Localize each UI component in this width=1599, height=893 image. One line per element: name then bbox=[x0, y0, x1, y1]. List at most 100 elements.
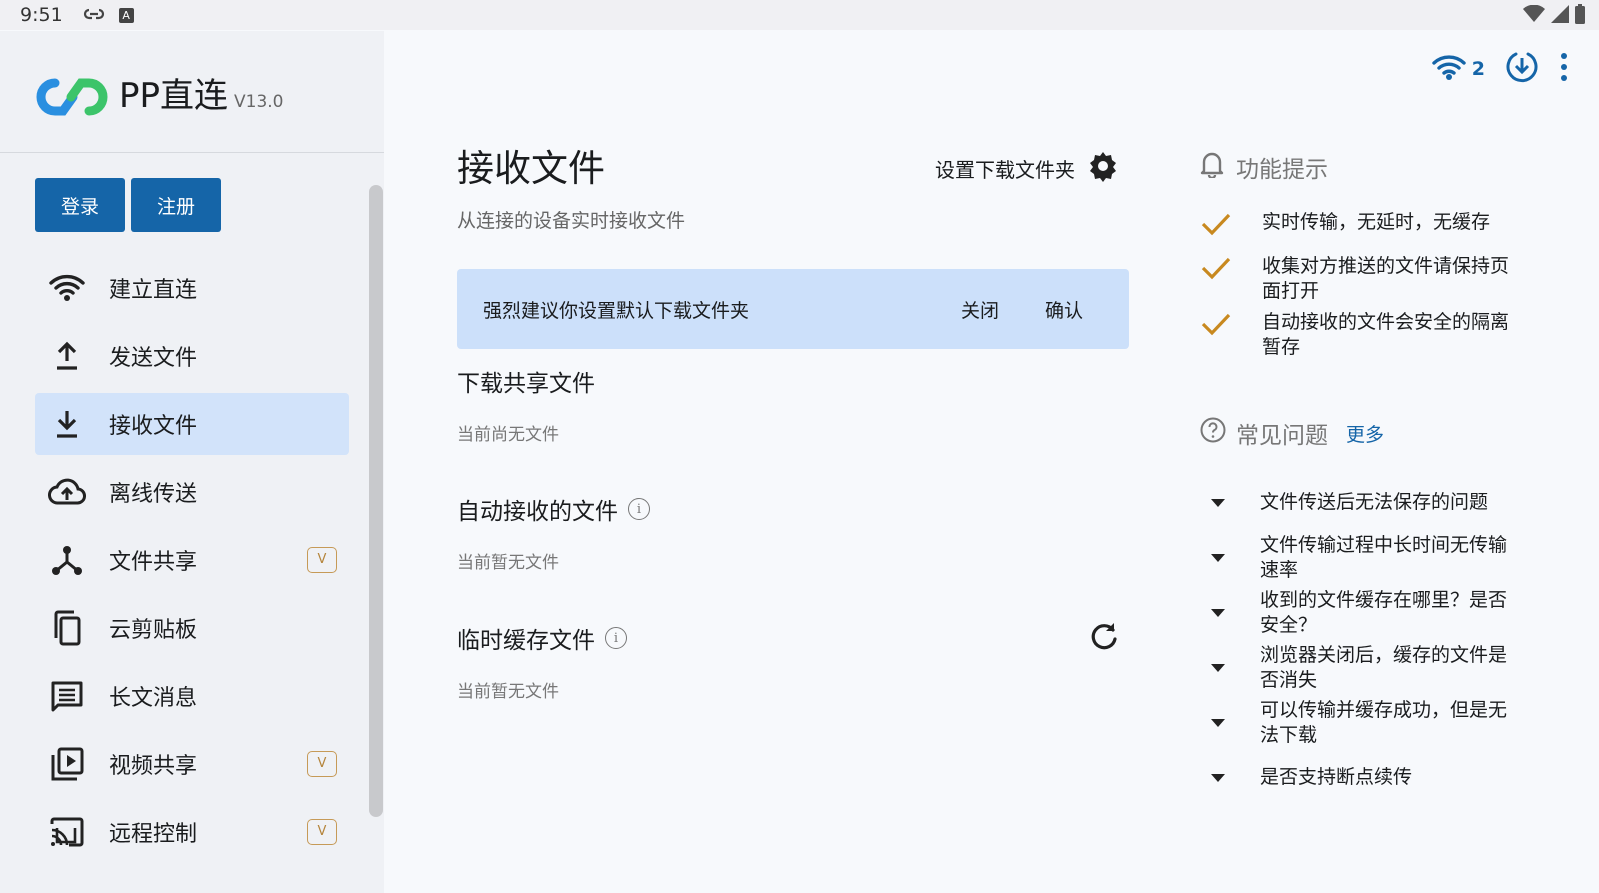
info-icon[interactable]: i bbox=[605, 627, 627, 649]
vip-badge: V bbox=[307, 751, 337, 777]
cloud-upload-icon bbox=[47, 472, 87, 512]
status-time: 9:51 bbox=[20, 4, 63, 26]
section-title: 自动接收的文件 bbox=[457, 499, 618, 525]
sidebar-item-label: 接收文件 bbox=[109, 414, 198, 439]
sidebar-nav: 建立直连 发送文件 接收文件 离线传送 文件共享 V 云剪贴板 长文消息 视频共… bbox=[35, 257, 349, 869]
gear-icon bbox=[1087, 150, 1119, 187]
banner-close-button[interactable]: 关闭 bbox=[961, 296, 999, 323]
tip-text: 收集对方推送的文件请保持页面打开 bbox=[1262, 255, 1510, 302]
refresh-icon[interactable] bbox=[1089, 621, 1119, 655]
copy-icon bbox=[47, 608, 87, 648]
faq-item[interactable]: 可以传输并缓存成功，但是无法下载 bbox=[1200, 695, 1530, 750]
faq-header: 常见问题 更多 bbox=[1200, 416, 1384, 450]
main-content: 接收文件 从连接的设备实时接收文件 设置下载文件夹 强烈建议你设置默认下载文件夹… bbox=[457, 138, 1129, 702]
tip-text: 自动接收的文件会安全的隔离暂存 bbox=[1262, 311, 1510, 358]
faq-question: 浏览器关闭后，缓存的文件是否消失 bbox=[1260, 643, 1508, 691]
app-name: PP直连 bbox=[119, 76, 229, 116]
link-icon bbox=[83, 6, 105, 24]
brand: PP直连 V13.0 bbox=[35, 67, 284, 117]
sidebar-item-connect[interactable]: 建立直连 bbox=[35, 257, 349, 319]
banner-message: 强烈建议你设置默认下载文件夹 bbox=[483, 299, 750, 322]
a-indicator-icon: A bbox=[118, 7, 134, 23]
section-empty-text: 当前暂无文件 bbox=[457, 553, 559, 573]
status-bar: 9:51 A bbox=[0, 0, 1599, 30]
share-icon bbox=[47, 540, 87, 580]
app-logo-icon bbox=[35, 77, 109, 117]
sidebar-item-send[interactable]: 发送文件 bbox=[35, 325, 349, 387]
bell-icon bbox=[1200, 150, 1224, 184]
download-icon bbox=[47, 404, 87, 444]
auth-buttons: 登录 注册 bbox=[35, 178, 221, 232]
check-icon bbox=[1200, 256, 1240, 284]
folder-warning-banner: 强烈建议你设置默认下载文件夹 关闭 确认 bbox=[457, 269, 1129, 349]
sidebar-item-clipboard[interactable]: 云剪贴板 bbox=[35, 597, 349, 659]
caret-down-icon bbox=[1200, 773, 1236, 782]
faq-question: 收到的文件缓存在哪里？是否安全？ bbox=[1260, 588, 1508, 636]
sidebar-item-label: 文件共享 bbox=[109, 550, 198, 575]
faq-question: 文件传输过程中长时间无传输速率 bbox=[1260, 533, 1508, 581]
check-icon bbox=[1200, 312, 1240, 340]
battery-icon bbox=[1575, 4, 1585, 29]
upload-icon bbox=[47, 336, 87, 376]
sidebar-item-label: 长文消息 bbox=[109, 686, 198, 711]
sidebar-item-label: 远程控制 bbox=[109, 822, 198, 847]
tip-item: 自动接收的文件会安全的隔离暂存 bbox=[1200, 310, 1540, 360]
section-empty-text: 当前尚无文件 bbox=[457, 425, 559, 445]
cell-signal-icon bbox=[1551, 5, 1569, 28]
sidebar-item-label: 发送文件 bbox=[109, 346, 198, 371]
set-download-folder-button[interactable]: 设置下载文件夹 bbox=[935, 150, 1119, 187]
sidebar-item-video-share[interactable]: 视频共享 V bbox=[35, 733, 349, 795]
download-circle-icon[interactable] bbox=[1505, 50, 1539, 88]
faq-item[interactable]: 收到的文件缓存在哪里？是否安全？ bbox=[1200, 585, 1530, 640]
faq-item[interactable]: 文件传送后无法保存的问题 bbox=[1200, 475, 1530, 530]
connection-count: 2 bbox=[1471, 58, 1485, 80]
info-icon[interactable]: i bbox=[628, 498, 650, 520]
faq-item[interactable]: 浏览器关闭后，缓存的文件是否消失 bbox=[1200, 640, 1530, 695]
caret-down-icon bbox=[1200, 608, 1236, 617]
page-subtitle: 从连接的设备实时接收文件 bbox=[457, 210, 686, 232]
top-actions: 2 bbox=[1432, 50, 1569, 88]
sidebar-item-label: 离线传送 bbox=[109, 482, 198, 507]
sidebar-item-label: 建立直连 bbox=[109, 278, 198, 303]
check-icon bbox=[1200, 212, 1240, 240]
faq-item[interactable]: 是否支持断点续传 bbox=[1200, 750, 1530, 805]
register-button[interactable]: 注册 bbox=[131, 178, 221, 232]
tip-item: 收集对方推送的文件请保持页面打开 bbox=[1200, 254, 1540, 304]
more-menu-icon[interactable] bbox=[1559, 52, 1569, 86]
login-button[interactable]: 登录 bbox=[35, 178, 125, 232]
tip-text: 实时传输，无延时，无缓存 bbox=[1262, 211, 1491, 233]
app-version: V13.0 bbox=[234, 92, 284, 112]
sidebar-item-receive[interactable]: 接收文件 bbox=[35, 393, 349, 455]
faq-item[interactable]: 文件传输过程中长时间无传输速率 bbox=[1200, 530, 1530, 585]
feature-tips: 功能提示 实时传输，无延时，无缓存 收集对方推送的文件请保持页面打开 自动接收的… bbox=[1200, 150, 1540, 360]
connections-button[interactable]: 2 bbox=[1432, 54, 1485, 85]
video-icon bbox=[47, 744, 87, 784]
section-title: 下载共享文件 bbox=[457, 371, 595, 397]
section-auto-received: 自动接收的文件 i 当前暂无文件 bbox=[457, 492, 1129, 573]
faq-list: 文件传送后无法保存的问题 文件传输过程中长时间无传输速率 收到的文件缓存在哪里？… bbox=[1200, 475, 1530, 805]
wifi-icon bbox=[1432, 54, 1466, 85]
faq-title: 常见问题 bbox=[1236, 423, 1328, 449]
section-shared-files: 下载共享文件 当前尚无文件 bbox=[457, 364, 1129, 445]
wifi-icon bbox=[47, 268, 87, 308]
sidebar-item-file-share[interactable]: 文件共享 V bbox=[35, 529, 349, 591]
sidebar-item-label: 视频共享 bbox=[109, 754, 198, 779]
sidebar-scrollbar[interactable] bbox=[369, 185, 383, 817]
sidebar-item-long-message[interactable]: 长文消息 bbox=[35, 665, 349, 727]
sidebar: PP直连 V13.0 登录 注册 建立直连 发送文件 接收文件 离线传送 文件共… bbox=[0, 31, 384, 893]
caret-down-icon bbox=[1200, 553, 1236, 562]
sidebar-divider bbox=[0, 152, 384, 153]
section-temp-cache: 临时缓存文件 i 当前暂无文件 bbox=[457, 621, 1129, 702]
set-folder-label: 设置下载文件夹 bbox=[935, 158, 1075, 182]
faq-question: 文件传送后无法保存的问题 bbox=[1260, 491, 1489, 513]
sidebar-item-label: 云剪贴板 bbox=[109, 618, 198, 643]
tips-title: 功能提示 bbox=[1236, 157, 1328, 183]
sidebar-item-remote-control[interactable]: 远程控制 V bbox=[35, 801, 349, 863]
banner-confirm-button[interactable]: 确认 bbox=[1045, 296, 1083, 323]
help-circle-icon bbox=[1200, 417, 1226, 449]
section-title: 临时缓存文件 bbox=[457, 628, 595, 654]
caret-down-icon bbox=[1200, 718, 1236, 727]
faq-more-link[interactable]: 更多 bbox=[1346, 420, 1384, 447]
message-icon bbox=[47, 676, 87, 716]
sidebar-item-offline[interactable]: 离线传送 bbox=[35, 461, 349, 523]
